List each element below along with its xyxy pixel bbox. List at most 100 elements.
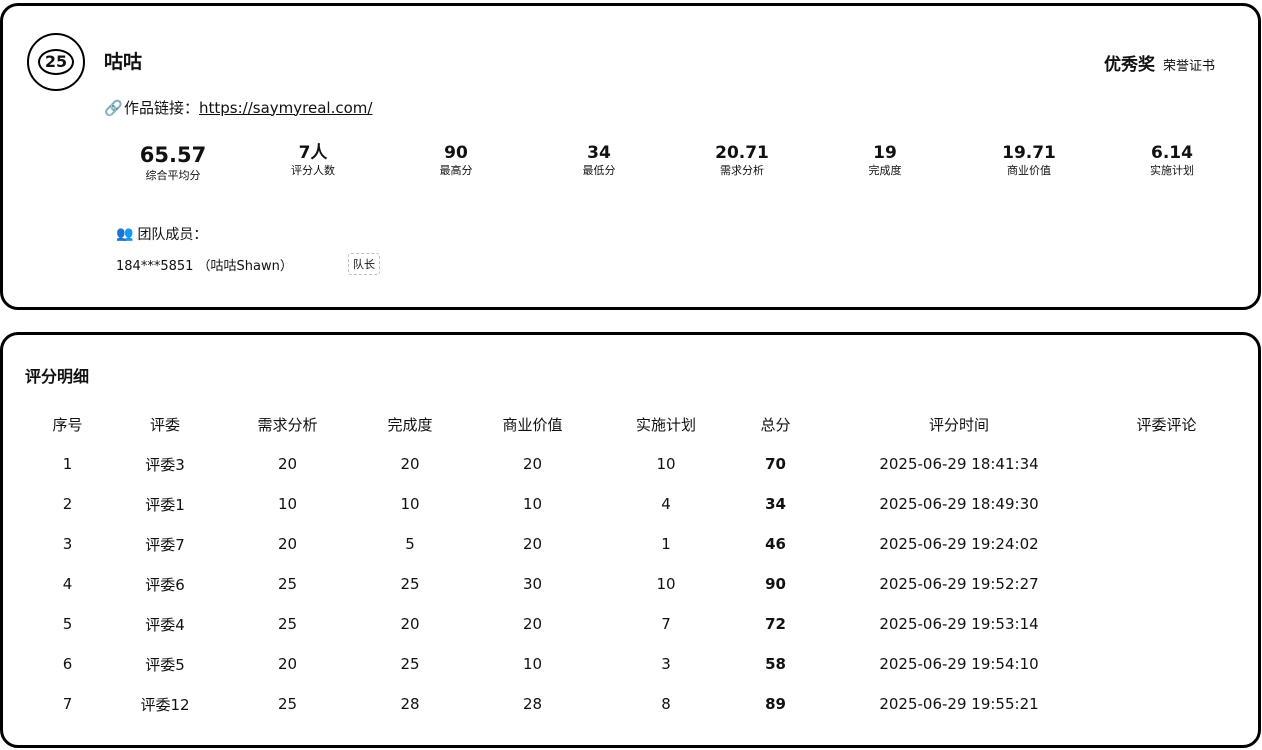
stat-value: 34	[587, 143, 611, 163]
cell-plan: 10	[656, 455, 676, 473]
cell-business: 20	[522, 535, 543, 553]
cell-requirements: 20	[277, 455, 298, 473]
cell-business: 20	[522, 615, 543, 633]
cell-comment	[1094, 684, 1239, 724]
cell-total: 72	[765, 615, 786, 633]
table-row: 6 评委5 20 25 10 3 58 2025-06-29 19:54:10	[20, 644, 1239, 684]
rank-badge: 25	[27, 33, 85, 91]
column-header: 序号	[52, 415, 83, 434]
column-header: 完成度	[387, 415, 433, 434]
cell-requirements: 20	[277, 655, 298, 673]
table-row: 1 评委3 20 20 20 10 70 2025-06-29 18:41:34	[20, 444, 1239, 484]
column-header: 评分时间	[928, 415, 989, 434]
stat-value: 19.71	[1002, 143, 1056, 163]
cell-index: 7	[62, 695, 73, 713]
cell-business: 10	[522, 495, 543, 513]
award-title: 优秀奖	[1103, 55, 1155, 75]
cell-total: 89	[765, 695, 786, 713]
stat-plan: 6.14 实施计划	[1101, 142, 1244, 178]
project-link-label: 作品链接：	[124, 99, 200, 117]
stat-average: 65.57 综合平均分	[102, 142, 245, 183]
cell-plan: 10	[656, 575, 676, 593]
cell-completion: 10	[400, 495, 420, 513]
stat-value: 65.57	[139, 143, 207, 167]
cell-judge: 评委12	[140, 695, 190, 714]
cell-comment	[1094, 644, 1239, 684]
cell-comment	[1094, 604, 1239, 644]
stat-value: 7人	[298, 143, 328, 163]
stat-value: 90	[444, 143, 468, 163]
project-link[interactable]: https://saymyreal.com/	[199, 99, 372, 117]
award: 优秀奖 荣誉证书	[1104, 50, 1215, 75]
cell-completion: 28	[400, 695, 420, 713]
cell-completion: 25	[400, 655, 420, 673]
cell-plan: 8	[661, 695, 671, 713]
cell-total: 90	[765, 575, 786, 593]
cell-index: 6	[62, 655, 73, 673]
cell-index: 2	[62, 495, 73, 513]
cell-requirements: 20	[277, 535, 298, 553]
cell-completion: 25	[400, 575, 420, 593]
stat-value: 20.71	[715, 143, 769, 163]
cell-comment	[1094, 484, 1239, 524]
score-table: 序号 评委 需求分析 完成度 商业价值 实施计划 总分 评分时间 评委评论 1 …	[20, 404, 1239, 724]
column-header: 评委评论	[1136, 415, 1197, 434]
stat-completion: 19 完成度	[814, 142, 957, 178]
score-details-title: 评分明细	[25, 367, 90, 386]
cell-completion: 5	[405, 535, 415, 553]
cell-time: 2025-06-29 19:24:02	[879, 535, 1039, 553]
stat-requirements: 20.71 需求分析	[671, 142, 814, 178]
project-link-row: 🔗 作品链接： https://saymyreal.com/	[104, 97, 372, 118]
stat-label: 最低分	[582, 164, 616, 177]
cell-business: 10	[522, 655, 543, 673]
members-title: 👥 团队成员：	[116, 224, 207, 244]
cell-total: 58	[765, 655, 786, 673]
cell-plan: 1	[661, 535, 671, 553]
cell-plan: 4	[661, 495, 671, 513]
stats-row: 65.57 综合平均分 7人 评分人数 90 最高分 34 最低分 20.71 …	[99, 142, 1262, 192]
cell-judge: 评委3	[145, 455, 185, 474]
member-role-badge: 队长	[348, 253, 380, 275]
team-name: 咕咕	[104, 51, 143, 73]
cell-time: 2025-06-29 19:54:10	[879, 655, 1039, 673]
table-row: 5 评委4 25 20 20 7 72 2025-06-29 19:53:14	[20, 604, 1239, 644]
link-icon: 🔗	[104, 98, 123, 117]
cell-index: 5	[62, 615, 73, 633]
cell-time: 2025-06-29 18:41:34	[879, 455, 1039, 473]
cell-completion: 20	[400, 615, 420, 633]
cell-index: 4	[62, 575, 73, 593]
stat-raters: 7人 评分人数	[242, 142, 385, 178]
table-row: 7 评委12 25 28 28 8 89 2025-06-29 19:55:21	[20, 684, 1239, 724]
cell-time: 2025-06-29 18:49:30	[879, 495, 1039, 513]
stat-max: 90 最高分	[385, 142, 528, 178]
cell-judge: 评委4	[145, 615, 185, 634]
column-header: 商业价值	[502, 415, 563, 434]
cell-requirements: 25	[277, 695, 298, 713]
cell-judge: 评委5	[145, 655, 185, 674]
table-header-row: 序号 评委 需求分析 完成度 商业价值 实施计划 总分 评分时间 评委评论	[20, 404, 1239, 444]
cell-index: 3	[62, 535, 73, 553]
team-summary-card: 25 咕咕 优秀奖 荣誉证书 🔗 作品链接： https://saymyreal…	[0, 3, 1261, 310]
cell-time: 2025-06-29 19:52:27	[879, 575, 1039, 593]
team-members-icon: 👥	[116, 226, 134, 242]
cell-total: 46	[765, 535, 786, 553]
cell-business: 28	[522, 695, 543, 713]
cell-requirements: 25	[277, 575, 298, 593]
certificate-link[interactable]: 荣誉证书	[1163, 55, 1215, 74]
cell-time: 2025-06-29 19:55:21	[879, 695, 1039, 713]
column-header: 评委	[149, 415, 180, 434]
cell-business: 30	[522, 575, 543, 593]
column-header: 需求分析	[257, 415, 318, 434]
stat-label: 最高分	[439, 164, 473, 177]
cell-total: 70	[765, 455, 786, 473]
table-row: 2 评委1 10 10 10 4 34 2025-06-29 18:49:30	[20, 484, 1239, 524]
table-row: 3 评委7 20 5 20 1 46 2025-06-29 19:24:02	[20, 524, 1239, 564]
stat-value: 19	[873, 143, 897, 163]
column-header: 实施计划	[635, 415, 696, 434]
cell-plan: 3	[661, 655, 671, 673]
cell-comment	[1094, 524, 1239, 564]
table-row: 4 评委6 25 25 30 10 90 2025-06-29 19:52:27	[20, 564, 1239, 604]
member-item: 184***5851 （咕咕Shawn）	[116, 255, 293, 274]
stat-business: 19.71 商业价值	[958, 142, 1101, 178]
cell-requirements: 25	[277, 615, 298, 633]
